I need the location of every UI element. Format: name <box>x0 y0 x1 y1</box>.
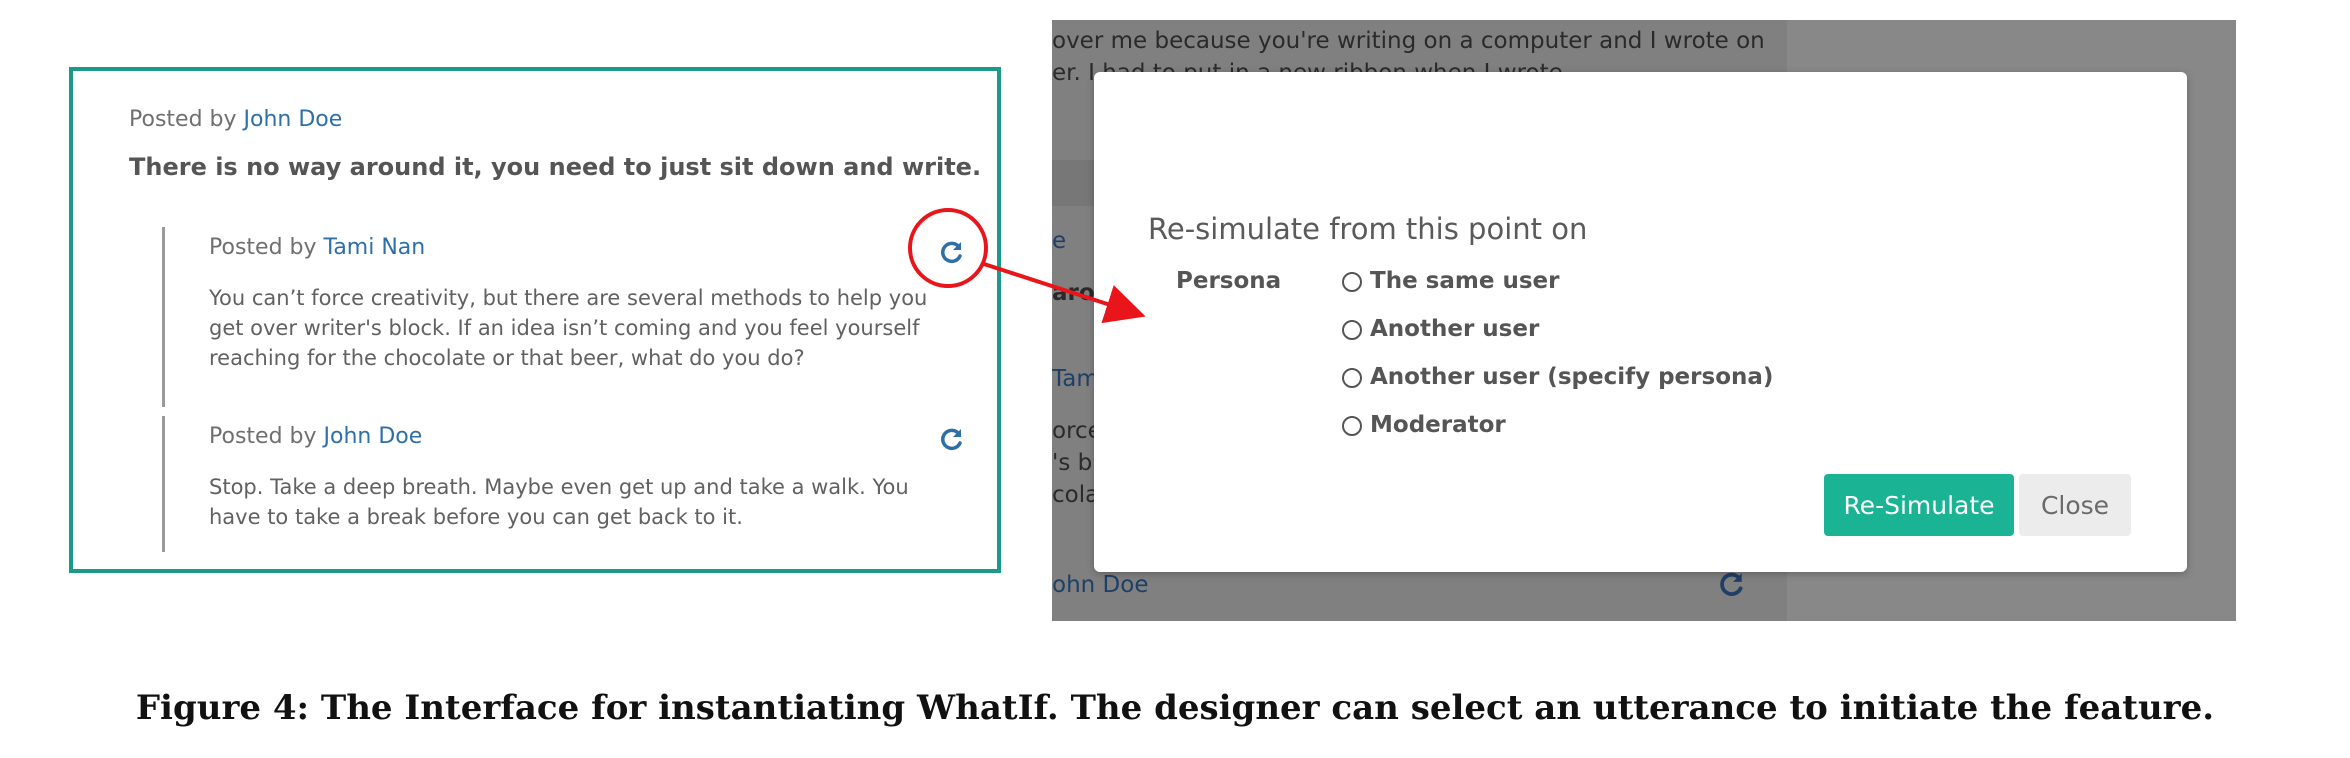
background-text: over me because you're writing on a comp… <box>1052 28 1765 54</box>
persona-label: Persona <box>1176 268 1282 294</box>
resimulate-modal: Re-simulate from this point on Persona T… <box>1094 72 2187 572</box>
radio-button[interactable] <box>1342 416 1362 436</box>
reply-item: Posted by John Doe Stop. Take a deep bre… <box>162 416 965 552</box>
background-text: cola <box>1052 482 1100 508</box>
posted-by-label: Posted by <box>129 107 237 132</box>
radio-label: Another user <box>1370 316 1540 342</box>
top-post-text: There is no way around it, you need to j… <box>129 153 982 181</box>
posted-by-label: Posted by <box>209 424 317 449</box>
radio-label: Another user (specify persona) <box>1370 364 1774 390</box>
reply-meta: Posted by John Doe <box>209 424 422 449</box>
refresh-icon[interactable] <box>939 239 965 265</box>
reply-item: Posted by Tami Nan You can’t force creat… <box>162 227 965 407</box>
author-link[interactable]: John Doe <box>324 424 423 449</box>
background-text: e <box>1052 228 1067 254</box>
radio-button[interactable] <box>1342 320 1362 340</box>
figure-caption: Figure 4: The Interface for instantiatin… <box>135 688 2215 728</box>
reply-text: Stop. Take a deep breath. Maybe even get… <box>209 475 909 529</box>
modal-title: Re-simulate from this point on <box>1148 212 1588 246</box>
reply-text: You can’t force creativity, but there ar… <box>209 286 928 370</box>
radio-label: The same user <box>1370 268 1560 294</box>
top-post-meta: Posted by John Doe <box>129 107 342 132</box>
resimulate-screenshot: over me because you're writing on a comp… <box>1052 20 2236 621</box>
background-text: Tam <box>1052 366 1099 392</box>
radio-button[interactable] <box>1342 272 1362 292</box>
persona-option-another-user[interactable]: Another user <box>1342 316 1773 364</box>
author-link[interactable]: John Doe <box>244 107 343 132</box>
persona-options: The same user Another user Another user … <box>1342 268 1773 460</box>
background-text: aro <box>1052 280 1095 306</box>
radio-label: Moderator <box>1370 412 1506 438</box>
refresh-icon <box>1718 570 1746 598</box>
resimulate-button[interactable]: Re-Simulate <box>1824 474 2014 536</box>
reply-meta: Posted by Tami Nan <box>209 235 425 260</box>
background-text: 's b <box>1052 450 1093 476</box>
posted-by-label: Posted by <box>209 235 317 260</box>
persona-option-moderator[interactable]: Moderator <box>1342 412 1773 460</box>
persona-option-same-user[interactable]: The same user <box>1342 268 1773 316</box>
close-button[interactable]: Close <box>2019 474 2131 536</box>
refresh-icon[interactable] <box>939 426 965 452</box>
persona-option-specify-persona[interactable]: Another user (specify persona) <box>1342 364 1773 412</box>
thread-panel: Posted by John Doe There is no way aroun… <box>69 67 1001 573</box>
radio-button[interactable] <box>1342 368 1362 388</box>
background-text: ohn Doe <box>1052 572 1149 598</box>
author-link[interactable]: Tami Nan <box>324 235 426 260</box>
